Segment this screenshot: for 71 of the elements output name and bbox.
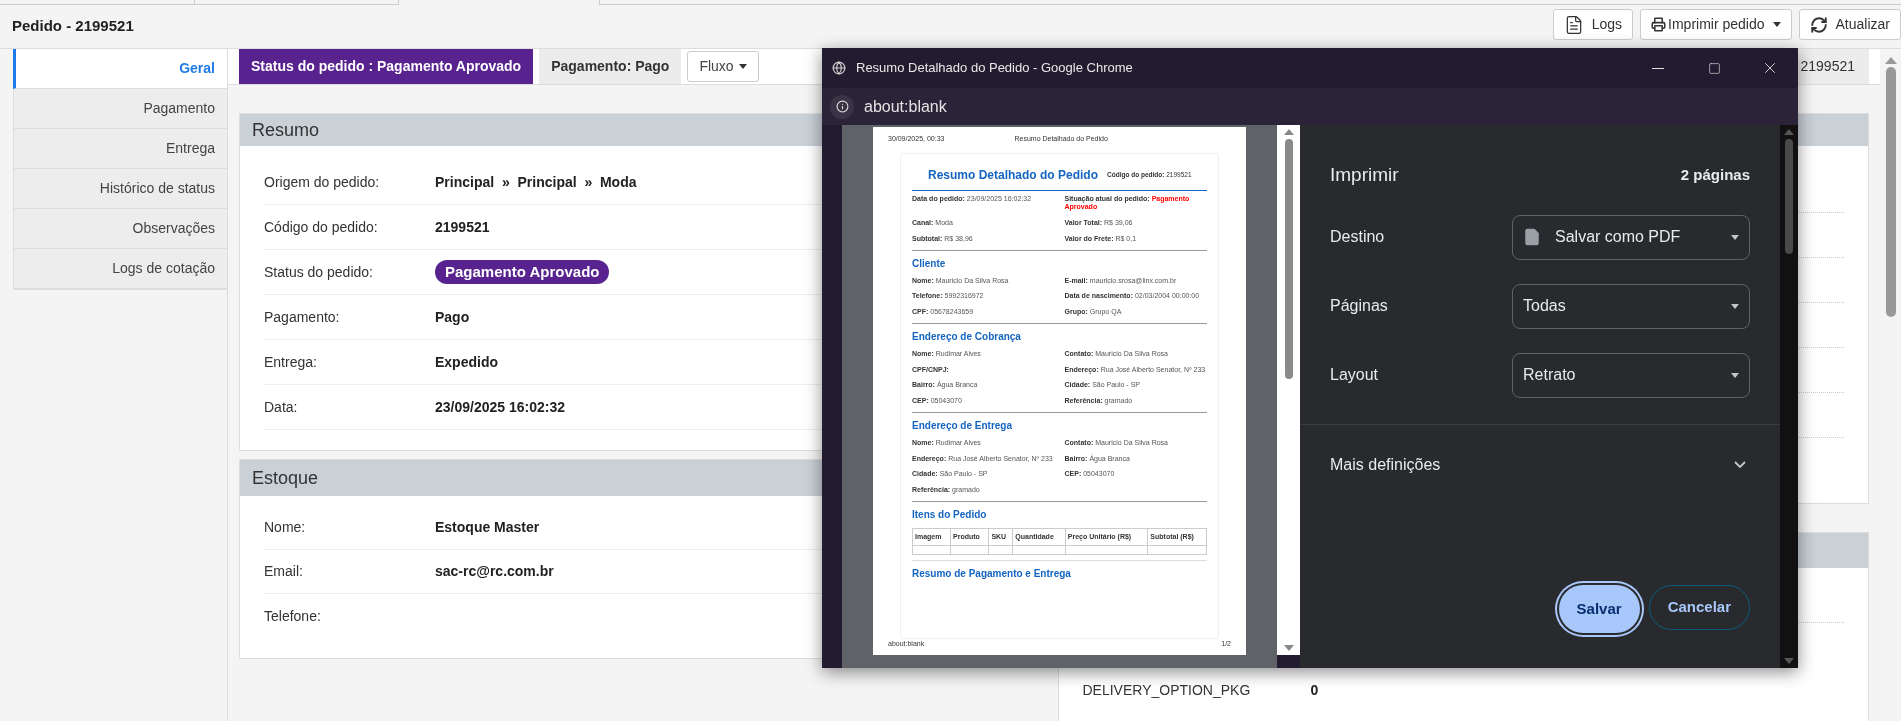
sidebar-tab[interactable]: Geral [13, 49, 227, 89]
page-title: Pedido - 2199521 [12, 16, 134, 37]
field-value: 2199521 [435, 217, 490, 237]
field-label: DELIVERY_OPTION_PKG [1082, 680, 1252, 700]
setting-label: Layout [1330, 365, 1380, 385]
field-value: Expedido [435, 352, 498, 372]
file-icon [1523, 228, 1541, 246]
scroll-down-icon[interactable] [1784, 658, 1794, 664]
setting-label: Destino [1330, 227, 1386, 247]
refresh-icon [1809, 15, 1828, 34]
scroll-thumb[interactable] [1785, 139, 1793, 254]
field-value: Principal » Principal » Moda [435, 172, 637, 192]
scroll-thumb[interactable] [1885, 67, 1896, 317]
document-heading: Resumo Detalhado do Pedido [928, 166, 1098, 184]
flow-dropdown[interactable]: Fluxo [687, 51, 759, 82]
page-count: 2 páginas [1680, 165, 1750, 185]
toolbar-button[interactable]: Atualizar [1798, 9, 1901, 40]
scroll-up-icon[interactable] [1283, 129, 1294, 135]
printer-icon [1651, 17, 1667, 32]
field-value: Pago [435, 307, 470, 327]
caret-icon [1731, 372, 1739, 378]
section-heading: Itens do Pedido [912, 509, 988, 520]
section-heading: Resumo de Pagamento e Entrega [912, 569, 1072, 580]
setting-label: Páginas [1330, 296, 1389, 316]
scroll-up-icon[interactable] [1884, 57, 1897, 64]
field-label: Origem do pedido: [264, 172, 381, 192]
caret-icon [1731, 234, 1739, 240]
caret-icon [738, 64, 747, 69]
toolbar-button[interactable]: Imprimir pedido [1640, 9, 1792, 40]
section-heading: Endereço de Entrega [912, 420, 1014, 431]
field-label: Status do pedido: [264, 262, 374, 282]
field-label: Data: [264, 397, 299, 417]
sidebar-tab[interactable]: Observações [13, 209, 227, 249]
payment-label: Pagamento: Pago [539, 49, 682, 84]
field-value: 23/09/2025 16:02:32 [435, 397, 565, 417]
field-label: Telefone: [264, 606, 322, 626]
caret-icon [1772, 22, 1781, 27]
field-label: Código do pedido: [264, 217, 379, 237]
info-icon[interactable] [830, 94, 854, 119]
scroll-down-icon[interactable] [1283, 645, 1294, 651]
window-title: Resumo Detalhado do Pedido - Google Chrome [856, 59, 1133, 78]
chevron-down-icon [1734, 461, 1746, 468]
more-settings-toggle[interactable]: Mais definições [1330, 452, 1750, 477]
caret-icon [1731, 303, 1739, 309]
setting-select[interactable]: Salvar como PDF [1512, 214, 1750, 260]
field-label: Pagamento: [264, 307, 341, 327]
field-value: sac-rc@rc.com.br [435, 562, 554, 581]
setting-select[interactable]: Todas [1512, 283, 1750, 329]
sidebar-tab[interactable]: Logs de cotação [13, 249, 227, 289]
status-label: Status do pedido : Pagamento Aprovado [239, 49, 534, 84]
dialog-title: Imprimir [1330, 163, 1399, 187]
section-heading: Endereço de Cobrança [912, 331, 1022, 342]
globe-icon [832, 61, 846, 75]
sidebar-tab[interactable]: Histórico de status [13, 169, 227, 209]
field-label: Email: [264, 562, 304, 581]
status-badge: Pagamento Aprovado [435, 260, 610, 284]
sidebar-tab[interactable]: Entrega [13, 129, 227, 169]
field-value: Estoque Master [435, 518, 540, 537]
scroll-thumb[interactable] [1284, 139, 1293, 379]
scroll-up-icon[interactable] [1784, 129, 1794, 135]
field-value: 0 [1310, 680, 1319, 700]
scrollbar[interactable] [1780, 125, 1798, 668]
setting-select[interactable]: Retrato [1512, 352, 1750, 398]
field-label: Nome: [264, 518, 307, 537]
section-heading: Cliente [912, 258, 947, 269]
field-label: Entrega: [264, 352, 318, 372]
toolbar-button[interactable]: Logs [1552, 9, 1634, 40]
sidebar-tab[interactable]: Pagamento [13, 89, 227, 129]
maximize-icon [1707, 61, 1721, 75]
minimize-icon [1652, 67, 1664, 69]
scrollbar[interactable] [1277, 125, 1300, 655]
